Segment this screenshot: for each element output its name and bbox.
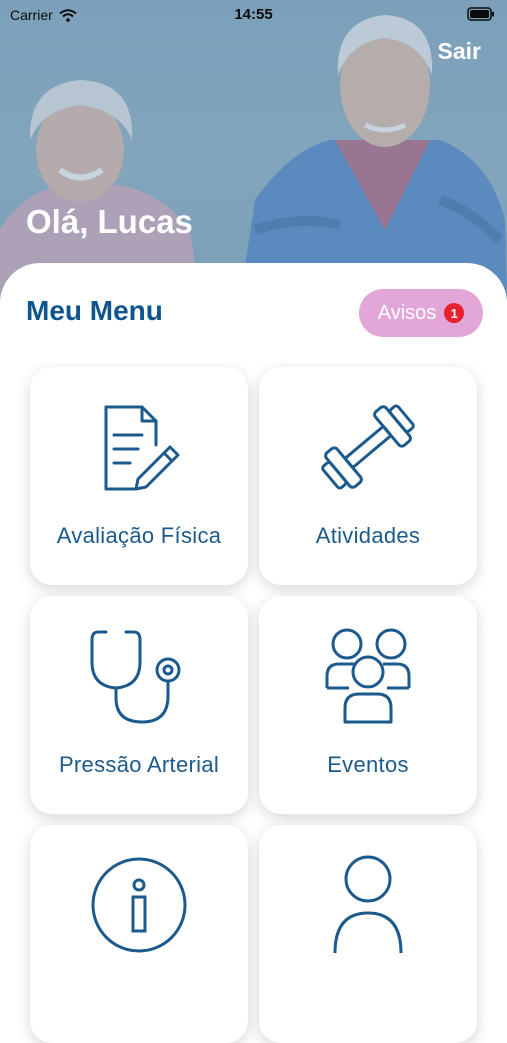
menu-card-physical-assessment[interactable]: Avaliação Física: [30, 367, 248, 585]
logout-button[interactable]: Sair: [438, 38, 481, 65]
group-icon: [259, 626, 477, 726]
user-icon: [259, 855, 477, 955]
battery-icon: [467, 7, 495, 24]
status-bar: Carrier 14:55: [0, 0, 507, 30]
header-banner: [0, 0, 507, 300]
menu-title: Meu Menu: [26, 295, 163, 326]
menu-card-events[interactable]: Eventos: [259, 596, 477, 814]
menu-card-activities[interactable]: Atividades: [259, 367, 477, 585]
notices-button[interactable]: Avisos 1: [359, 289, 483, 337]
info-circle-icon: [30, 855, 248, 955]
menu-card-label: Eventos: [327, 752, 409, 777]
stethoscope-icon: [30, 626, 248, 726]
menu-panel: [0, 263, 507, 923]
menu-card-label: Avaliação Física: [56, 523, 222, 548]
dumbbell-icon: [259, 397, 477, 497]
menu-card-label: Atividades: [315, 523, 421, 548]
greeting-text: Olá, Lucas: [26, 203, 193, 240]
menu-card-label: Pressão Arterial: [58, 752, 220, 777]
clock: 14:55: [234, 6, 273, 23]
notices-label: Avisos: [377, 301, 437, 324]
notices-count-badge: 1: [444, 303, 465, 323]
menu-card-blood-pressure[interactable]: Pressão Arterial: [30, 596, 248, 814]
menu-card-info[interactable]: [30, 825, 248, 1043]
menu-card-profile[interactable]: [259, 825, 477, 1043]
document-edit-icon: [30, 397, 248, 497]
